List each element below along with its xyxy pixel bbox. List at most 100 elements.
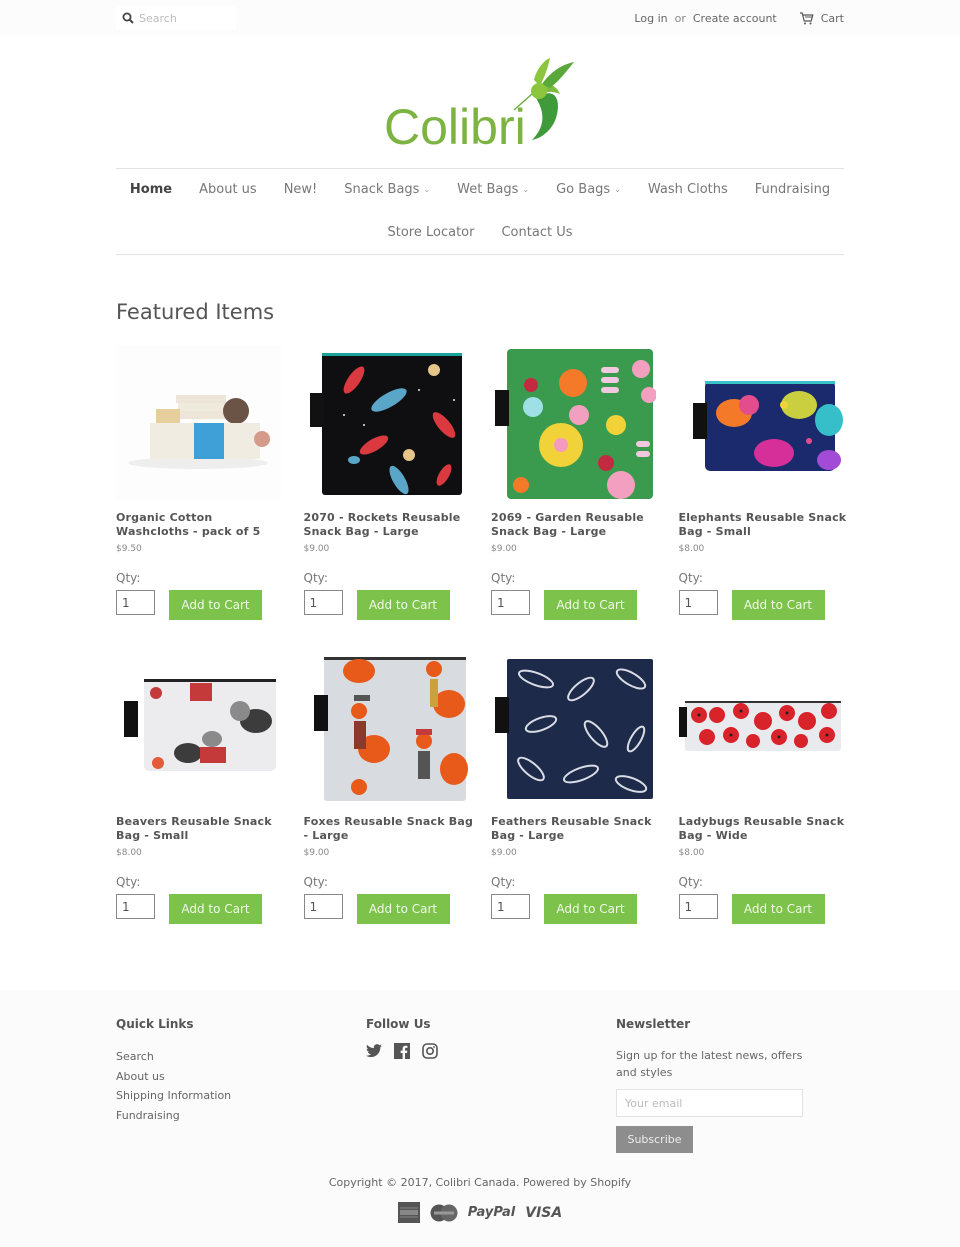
quick-link-item: Search bbox=[116, 1047, 231, 1067]
add-to-cart-button[interactable]: Add to Cart bbox=[169, 590, 262, 620]
nav-divider-top bbox=[116, 168, 844, 169]
product-price: $9.00 bbox=[491, 848, 517, 858]
chevron-down-icon: ⌄ bbox=[522, 185, 530, 194]
nav-item-label: Go Bags bbox=[556, 182, 611, 197]
nav-item-about-us[interactable]: About us bbox=[199, 182, 257, 197]
add-to-cart-button[interactable]: Add to Cart bbox=[544, 894, 637, 924]
product-price: $8.00 bbox=[678, 848, 705, 858]
add-to-cart-button[interactable]: Add to Cart bbox=[544, 590, 637, 620]
product-image-elephants[interactable] bbox=[678, 345, 844, 500]
quick-link-shipping-information[interactable]: Shipping Information bbox=[116, 1089, 231, 1102]
add-to-cart-button[interactable]: Add to Cart bbox=[169, 894, 262, 924]
colibri-logo[interactable]: Colibri bbox=[384, 58, 576, 155]
nav-item-label: New! bbox=[283, 182, 318, 197]
product-card: 2070 - Rockets Reusable Snack Bag - Larg… bbox=[303, 345, 469, 620]
amex-icon bbox=[397, 1202, 420, 1223]
nav-item-new[interactable]: New! bbox=[284, 182, 318, 197]
logo-text: Colibri bbox=[384, 99, 526, 150]
qty-label: Qty: bbox=[116, 875, 141, 889]
chevron-down-icon: ⌄ bbox=[614, 185, 621, 194]
product-image-garden[interactable] bbox=[491, 345, 657, 500]
nav-item-home[interactable]: Home bbox=[130, 182, 172, 197]
nav-item-wash-cloths[interactable]: Wash Cloths bbox=[648, 182, 728, 197]
paypal-icon: PayPal bbox=[467, 1205, 516, 1220]
newsletter-email-input[interactable] bbox=[616, 1089, 803, 1117]
product-price: $9.00 bbox=[491, 544, 517, 554]
subscribe-button[interactable]: Subscribe bbox=[616, 1126, 693, 1153]
social-links bbox=[366, 1043, 438, 1063]
quick-links-column: Quick Links Search About us Shipping Infor… bbox=[116, 1017, 231, 1125]
product-name[interactable]: Foxes Reusable Snack Bag - Large bbox=[304, 815, 474, 843]
qty-input[interactable] bbox=[116, 590, 155, 615]
product-card: Elephants Reusable Snack Bag - Small $8.0… bbox=[678, 345, 846, 620]
nav-item-label: Home bbox=[129, 182, 173, 197]
add-to-cart-button[interactable]: Add to Cart bbox=[356, 590, 450, 620]
mastercard-icon bbox=[430, 1204, 458, 1221]
qty-input[interactable] bbox=[303, 894, 343, 919]
product-name[interactable]: Beavers Reusable Snack Bag - Small bbox=[116, 815, 286, 843]
product-image-rockets[interactable] bbox=[303, 345, 469, 500]
qty-label: Qty: bbox=[491, 875, 516, 889]
product-name[interactable]: 2070 - Rockets Reusable Snack Bag - Larg… bbox=[304, 511, 474, 539]
product-card: Organic Cotton Washcloths - pack of 5 $9.… bbox=[116, 345, 281, 620]
nav-item-label: Contact Us bbox=[501, 225, 573, 240]
add-to-cart-button[interactable]: Add to Cart bbox=[731, 894, 825, 924]
product-name[interactable]: Ladybugs Reusable Snack Bag - Wide bbox=[679, 815, 849, 843]
product-image-feathers[interactable] bbox=[491, 649, 656, 804]
login-link[interactable]: Log in bbox=[634, 12, 667, 25]
product-card: 2069 - Garden Reusable Snack Bag - Large… bbox=[491, 345, 657, 620]
copyright-text: Copyright © 2017, Colibri Canada. bbox=[328, 1176, 520, 1189]
cart-link[interactable]: Cart bbox=[799, 12, 844, 25]
product-price: $8.00 bbox=[678, 544, 705, 554]
nav-item-label: Snack Bags bbox=[344, 182, 420, 197]
qty-input[interactable] bbox=[678, 590, 718, 615]
product-price: $8.00 bbox=[116, 848, 142, 858]
newsletter-column: Newsletter Sign up for the latest news, … bbox=[616, 1017, 826, 1153]
nav-item-fundraising[interactable]: Fundraising bbox=[755, 182, 830, 197]
product-image-beavers[interactable] bbox=[116, 649, 281, 804]
qty-input[interactable] bbox=[116, 894, 155, 919]
qty-input[interactable] bbox=[678, 894, 718, 919]
quick-link-item: About us bbox=[116, 1067, 231, 1087]
facebook-icon[interactable] bbox=[394, 1043, 410, 1063]
search-icon bbox=[122, 12, 134, 24]
nav-item-contact-us[interactable]: Contact Us bbox=[501, 225, 572, 240]
product-name[interactable]: Feathers Reusable Snack Bag - Large bbox=[491, 815, 661, 843]
add-to-cart-button[interactable]: Add to Cart bbox=[731, 590, 825, 620]
search-box[interactable] bbox=[116, 6, 236, 30]
qty-label: Qty: bbox=[678, 875, 703, 889]
twitter-icon[interactable] bbox=[366, 1043, 382, 1063]
nav-item-go-bags[interactable]: Go Bags ⌄ bbox=[556, 182, 621, 197]
create-account-link[interactable]: Create account bbox=[693, 12, 777, 25]
top-bar: Log in or Create account Cart bbox=[0, 0, 960, 36]
visa-icon: VISA bbox=[525, 1204, 563, 1221]
follow-us-title: Follow Us bbox=[366, 1017, 431, 1031]
qty-input[interactable] bbox=[491, 590, 530, 615]
chevron-down-icon: ⌄ bbox=[423, 185, 431, 194]
nav-item-store-locator[interactable]: Store Locator bbox=[388, 225, 475, 240]
quick-links-title: Quick Links bbox=[116, 1017, 194, 1031]
instagram-icon[interactable] bbox=[422, 1043, 438, 1063]
qty-input[interactable] bbox=[491, 894, 530, 919]
main-nav: Home About us New! Snack Bags ⌄ Wet Bags ⌄ Go B… bbox=[116, 182, 844, 197]
search-input[interactable] bbox=[139, 11, 229, 25]
cart-label: Cart bbox=[820, 12, 844, 25]
product-image-ladybugs[interactable] bbox=[676, 649, 844, 804]
product-name[interactable]: Elephants Reusable Snack Bag - Small bbox=[679, 511, 849, 539]
product-image-washcloths[interactable] bbox=[116, 345, 281, 500]
product-name[interactable]: 2069 - Garden Reusable Snack Bag - Large bbox=[491, 511, 661, 539]
product-price: $9.00 bbox=[303, 848, 330, 858]
quick-link-about-us[interactable]: About us bbox=[116, 1070, 165, 1083]
add-to-cart-button[interactable]: Add to Cart bbox=[356, 894, 450, 924]
qty-input[interactable] bbox=[303, 590, 343, 615]
nav-item-wet-bags[interactable]: Wet Bags ⌄ bbox=[457, 182, 529, 197]
nav-item-label: Store Locator bbox=[387, 225, 475, 240]
nav-item-snack-bags[interactable]: Snack Bags ⌄ bbox=[344, 182, 430, 197]
quick-link-fundraising[interactable]: Fundraising bbox=[116, 1109, 180, 1122]
product-price: $9.00 bbox=[303, 544, 330, 554]
quick-link-search[interactable]: Search bbox=[116, 1050, 154, 1063]
powered-by-shopify-link[interactable]: Powered by Shopify bbox=[523, 1176, 631, 1189]
quick-link-item: Shipping Information bbox=[116, 1086, 231, 1106]
product-name[interactable]: Organic Cotton Washcloths - pack of 5 bbox=[116, 511, 286, 539]
product-image-foxes[interactable] bbox=[303, 649, 469, 804]
